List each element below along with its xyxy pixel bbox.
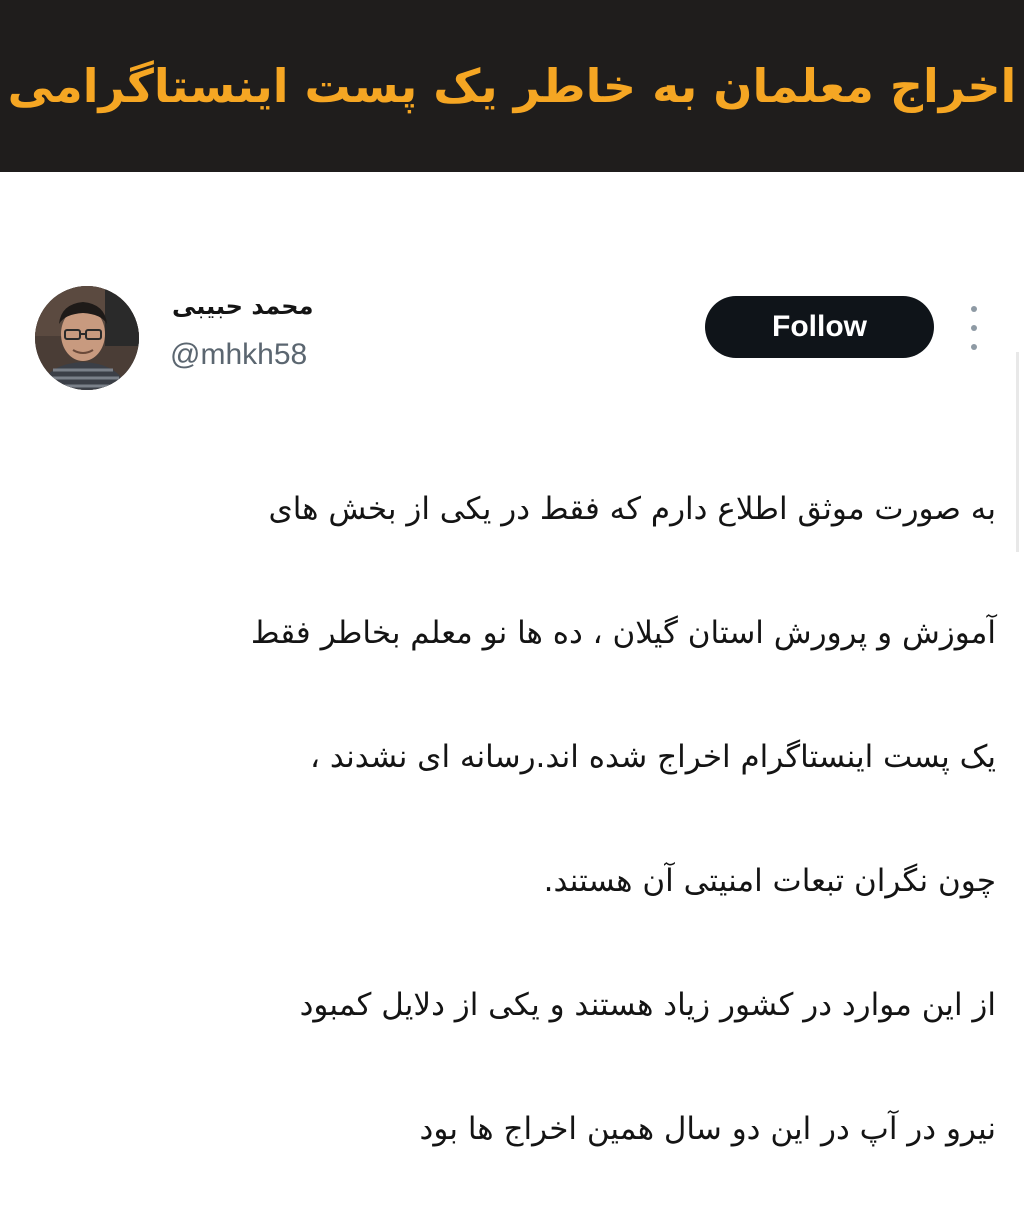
tweet-line: چون نگران تبعات امنیتی آن هستند. (543, 863, 996, 899)
tweet-line: از این موارد در کشور زیاد هستند و یکی از… (299, 987, 996, 1023)
user-handle[interactable]: @mhkh58 (170, 338, 307, 372)
avatar[interactable] (35, 286, 139, 390)
banner: اخراج معلمان به خاطر یک پست اینستاگرامی (0, 0, 1024, 172)
tweet-line: به صورت موثق اطلاع دارم که فقط در یکی از… (268, 491, 996, 527)
follow-button[interactable]: Follow (705, 296, 934, 358)
scrollbar[interactable] (1016, 352, 1019, 552)
more-dot (971, 344, 977, 350)
tweet-header: محمد حبیبی @mhkh58 Follow (0, 280, 1024, 390)
more-dot (971, 325, 977, 331)
tweet-line: یک پست اینستاگرام اخراج شده اند.رسانه ای… (310, 739, 996, 775)
tweet-line: نیرو در آپ در این دو سال همین اخراج ها ب… (419, 1111, 996, 1147)
user-avatar-photo-icon (35, 286, 139, 390)
tweet-text: به صورت موثق اطلاع دارم که فقط در یکی از… (36, 416, 996, 1222)
user-name[interactable]: محمد حبیبی (172, 292, 313, 320)
more-vertical-icon[interactable] (962, 306, 986, 350)
banner-title: اخراج معلمان به خاطر یک پست اینستاگرامی (7, 59, 1017, 113)
tweet-line: آموزش و پرورش استان گیلان ، ده ها نو معل… (250, 615, 996, 651)
more-dot (971, 306, 977, 312)
